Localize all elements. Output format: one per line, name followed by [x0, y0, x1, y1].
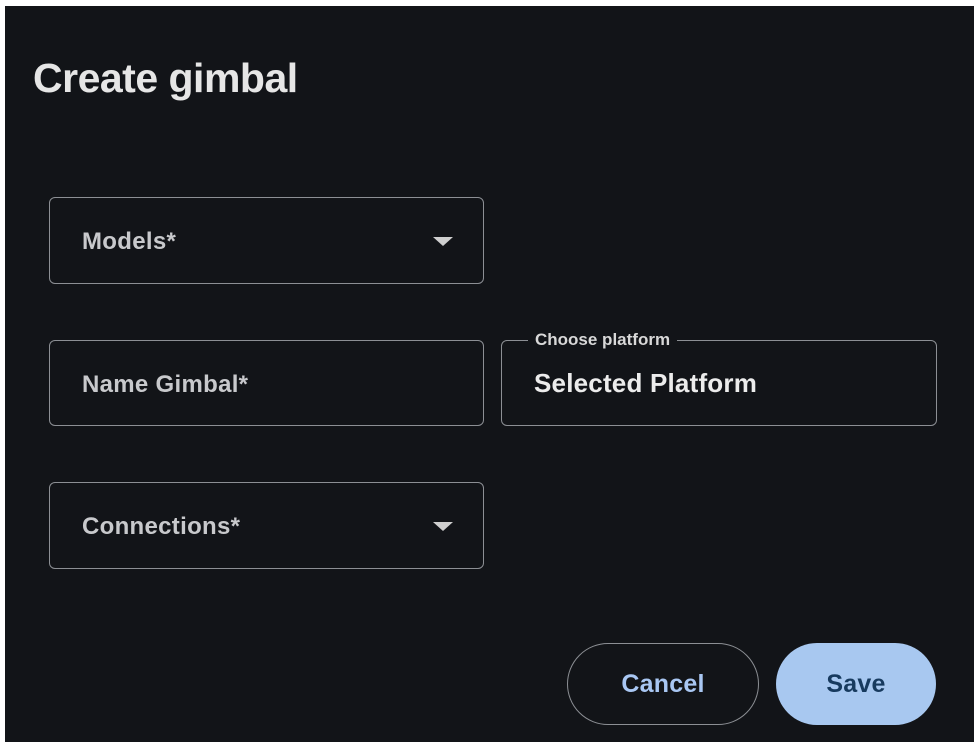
caret-down-icon [433, 237, 453, 246]
cancel-button[interactable]: Cancel [567, 643, 759, 725]
platform-floating-label: Choose platform [528, 330, 678, 350]
cancel-button-label: Cancel [621, 669, 705, 698]
name-gimbal-field[interactable]: Name Gimbal* [49, 340, 484, 426]
dialog-title: Create gimbal [33, 55, 298, 101]
connections-select-label: Connections* [82, 513, 241, 540]
models-select-label: Models* [82, 228, 177, 255]
create-gimbal-dialog: Create gimbal Models* Name Gimbal* Choos… [5, 6, 974, 742]
connections-select[interactable]: Connections* [49, 482, 484, 569]
platform-value: Selected Platform [534, 368, 758, 398]
save-button[interactable]: Save [776, 643, 936, 725]
platform-field[interactable]: Choose platform Selected Platform [501, 330, 937, 426]
models-select[interactable]: Models* [49, 197, 484, 284]
caret-down-icon [433, 522, 453, 531]
save-button-label: Save [826, 669, 886, 698]
name-gimbal-label: Name Gimbal* [82, 371, 249, 398]
